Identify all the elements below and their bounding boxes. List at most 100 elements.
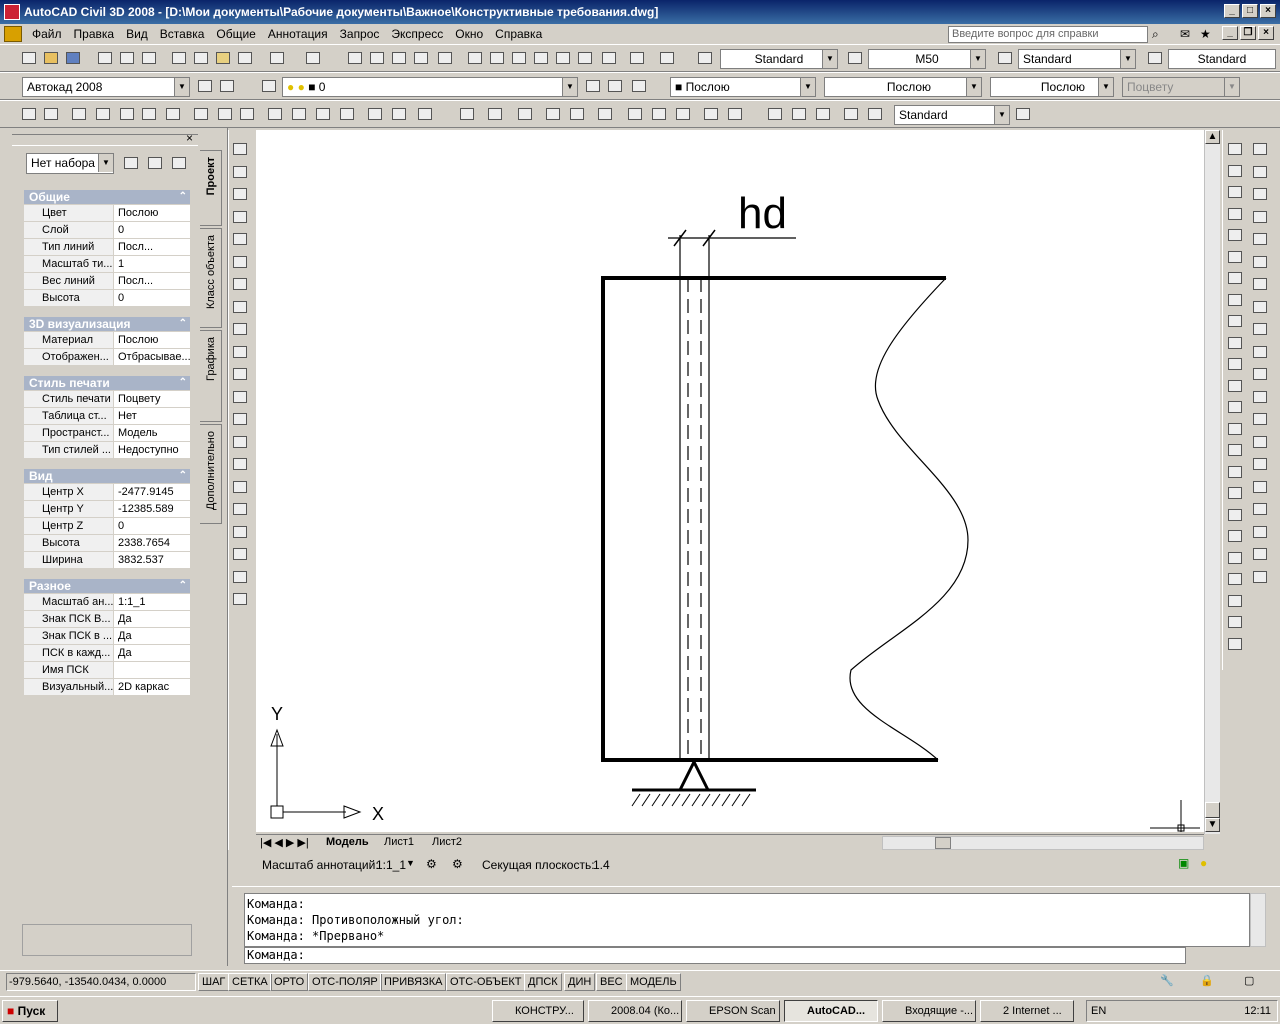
region-icon[interactable]	[1251, 500, 1269, 518]
minimize-button[interactable]: _	[1224, 4, 1240, 18]
publish-icon[interactable]	[140, 49, 158, 67]
mirror-icon[interactable]	[1226, 183, 1244, 201]
calc-icon[interactable]	[628, 49, 646, 67]
doc-restore-button[interactable]: ❐	[1240, 26, 1256, 40]
quick-leader-icon[interactable]	[766, 105, 784, 123]
snap-perpendicular-icon[interactable]	[266, 105, 284, 123]
my-workspace-icon[interactable]	[218, 77, 236, 95]
property-row[interactable]: Высота 0	[24, 290, 190, 307]
dim-style-select-2[interactable]: Standard ▼	[894, 105, 1010, 125]
property-value[interactable]: Послою	[116, 205, 190, 221]
dim-ordinate-icon[interactable]	[231, 208, 249, 226]
palette-close-icon[interactable]: ×	[186, 131, 193, 145]
property-value[interactable]: 0	[116, 518, 190, 534]
send-under-icon[interactable]	[1226, 613, 1244, 631]
draw-order-front-icon[interactable]	[1226, 549, 1244, 567]
collapse-icon[interactable]: ⌃	[179, 376, 187, 390]
quick-dim-icon[interactable]	[674, 105, 692, 123]
plot-preview-icon[interactable]	[118, 49, 136, 67]
property-row[interactable]: Цвет Послою	[24, 205, 190, 222]
draw-order-back-icon[interactable]	[1226, 570, 1244, 588]
snap-insert-icon[interactable]	[314, 105, 332, 123]
tab-layout2[interactable]: Лист2	[432, 836, 462, 848]
dim-diameter-icon[interactable]	[626, 105, 644, 123]
dim-arc-icon[interactable]	[516, 105, 534, 123]
scroll-down-button[interactable]: ▼	[1205, 818, 1220, 832]
dim-text-edit-icon[interactable]	[231, 545, 249, 563]
property-row[interactable]: Высота 2338.7654	[24, 535, 190, 552]
dim-angular-icon[interactable]	[650, 105, 668, 123]
tab-object-class[interactable]: Класс объекта	[200, 228, 222, 328]
property-row[interactable]: Таблица ст... Нет	[24, 408, 190, 425]
circle-icon[interactable]	[1251, 275, 1269, 293]
select-objects-icon[interactable]	[146, 154, 164, 172]
dim-break-icon[interactable]	[231, 410, 249, 428]
polygon-icon[interactable]	[1251, 208, 1269, 226]
layer-states-icon[interactable]	[630, 77, 648, 95]
text-above-icon[interactable]	[1226, 635, 1244, 653]
snap-apparent-icon[interactable]	[140, 105, 158, 123]
zoom-window-icon[interactable]	[390, 49, 408, 67]
task-konstru[interactable]: КОНСТРУ...	[492, 1000, 584, 1022]
trim-icon[interactable]	[1226, 334, 1244, 352]
tab-graphics[interactable]: Графика	[200, 330, 222, 422]
text-style-select[interactable]: Standard ▼	[720, 49, 838, 69]
doc-close-button[interactable]: ×	[1258, 26, 1274, 40]
lineweight-select[interactable]: Послою ▼	[990, 77, 1114, 97]
anno-visibility-icon[interactable]: ⚙	[426, 857, 437, 871]
menu-edit[interactable]: Правка	[68, 27, 121, 41]
hatch-icon[interactable]	[1251, 455, 1269, 473]
property-row[interactable]: Имя ПСК	[24, 662, 190, 679]
paste-icon[interactable]	[214, 49, 232, 67]
scale-icon[interactable]	[1226, 291, 1244, 309]
property-row[interactable]: Отображен... Отбрасывае...	[24, 349, 190, 366]
layer-properties-icon[interactable]	[260, 77, 278, 95]
dim-continue-icon[interactable]	[726, 105, 744, 123]
dim-aligned-icon[interactable]	[486, 105, 504, 123]
snap-quadrant-icon[interactable]	[216, 105, 234, 123]
property-value[interactable]: 2338.7654	[116, 535, 190, 551]
property-row[interactable]: Знак ПСК В... Да	[24, 611, 190, 628]
property-value[interactable]: Поцвету	[116, 391, 190, 407]
ortho-toggle[interactable]: ОРТО	[270, 973, 309, 991]
mleader-style-select[interactable]: Standard	[1168, 49, 1276, 69]
dim-jogged-icon[interactable]	[231, 253, 249, 271]
make-block-icon[interactable]	[1251, 410, 1269, 428]
property-row[interactable]: ПСК в кажд... Да	[24, 645, 190, 662]
tab-additional[interactable]: Дополнительно	[200, 424, 222, 524]
dim-aligned-icon[interactable]	[231, 163, 249, 181]
property-value[interactable]: 0	[116, 290, 190, 306]
snap-midpoint-icon[interactable]	[94, 105, 112, 123]
property-value[interactable]: Нет	[116, 408, 190, 424]
edit-text-icon[interactable]	[1226, 527, 1244, 545]
revision-cloud-icon[interactable]	[1251, 298, 1269, 316]
design-center-icon[interactable]	[488, 49, 506, 67]
tab-layout1[interactable]: Лист1	[384, 836, 414, 848]
dim-text-edit-icon[interactable]	[866, 105, 884, 123]
vertical-scrollbar[interactable]: ▲ ▼	[1204, 130, 1220, 834]
property-value[interactable]: 1	[116, 256, 190, 272]
property-value[interactable]: Да	[116, 611, 190, 627]
layer-previous-icon[interactable]	[606, 77, 624, 95]
maximize-button[interactable]: □	[1242, 4, 1258, 18]
snap-intersection-icon[interactable]	[118, 105, 136, 123]
open-icon[interactable]	[42, 49, 60, 67]
menu-general[interactable]: Общие	[210, 27, 261, 41]
dim-linear-icon[interactable]	[231, 140, 249, 158]
quick-select-icon[interactable]	[170, 154, 188, 172]
palette-section-header[interactable]: Вид ⌃	[24, 469, 190, 483]
center-mark-icon[interactable]	[231, 455, 249, 473]
property-value[interactable]: -2477.9145	[116, 484, 190, 500]
fillet-icon[interactable]	[1226, 463, 1244, 481]
document-icon[interactable]	[4, 26, 22, 42]
array-icon[interactable]	[1226, 226, 1244, 244]
ellipse-arc-icon[interactable]	[1251, 365, 1269, 383]
zoom-realtime-icon[interactable]	[368, 49, 386, 67]
property-row[interactable]: Пространст... Модель	[24, 425, 190, 442]
model-toggle[interactable]: МОДЕЛЬ	[626, 973, 681, 991]
model-space-canvas[interactable]: hd Y X	[256, 130, 1204, 832]
property-row[interactable]: Центр Y -12385.589	[24, 501, 190, 518]
communication-center-icon[interactable]: ✉	[1180, 27, 1190, 41]
osnap-settings-icon[interactable]	[416, 105, 434, 123]
menu-query[interactable]: Запрос	[334, 27, 386, 41]
